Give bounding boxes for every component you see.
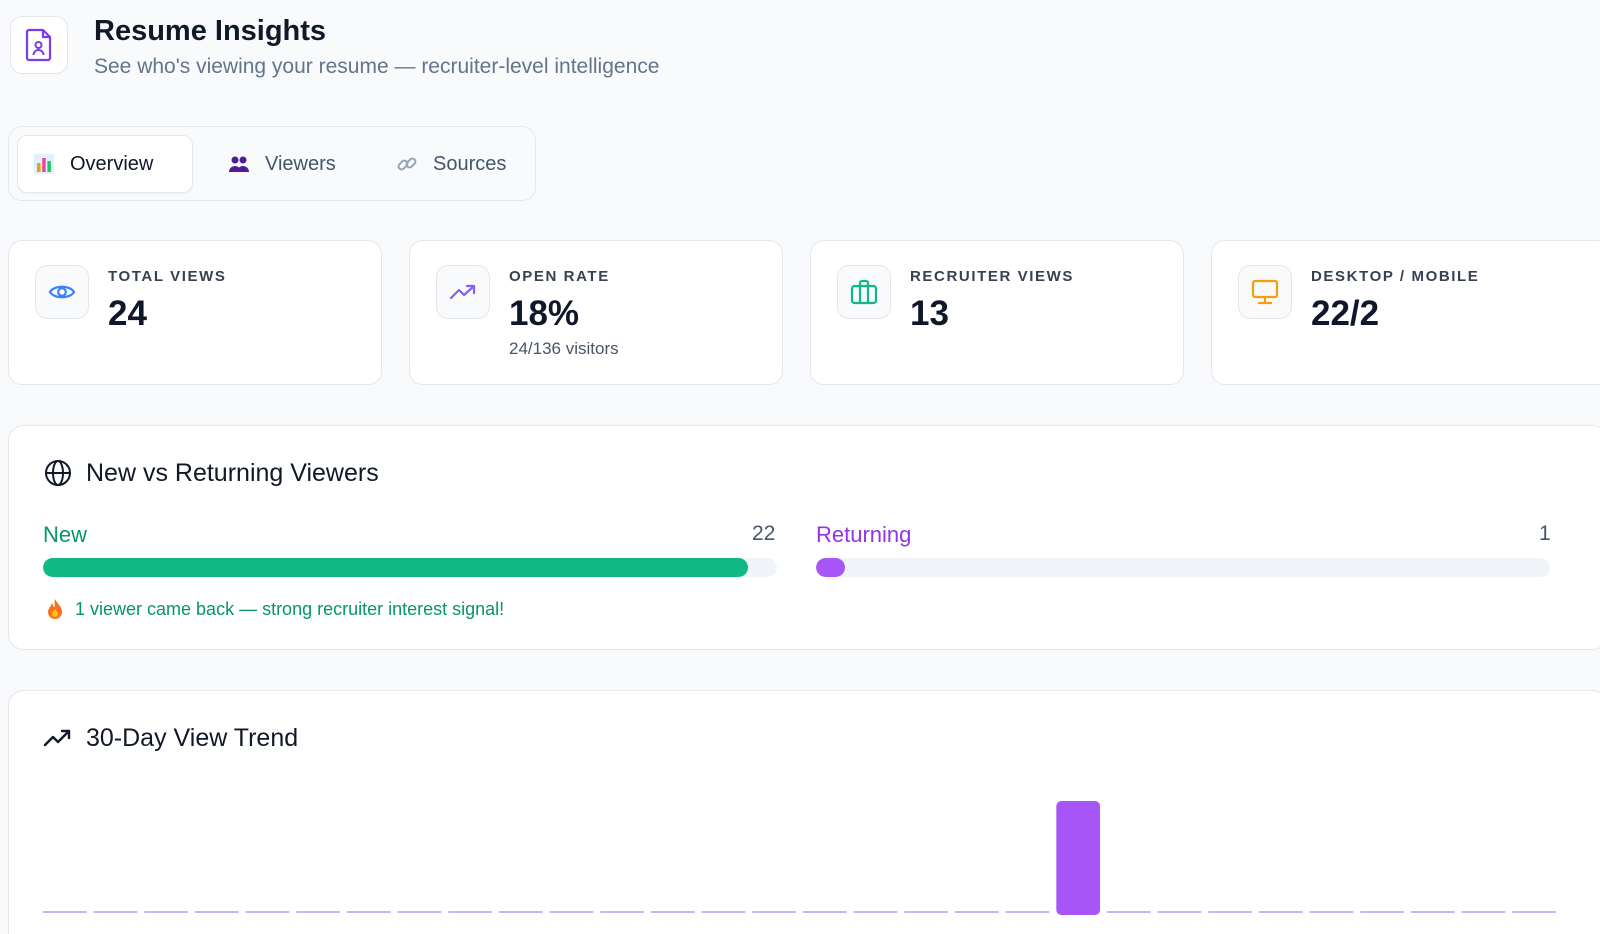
tab-label: Viewers [265,152,336,175]
returning-count: 1 [1539,522,1551,545]
tab-label: Sources [433,152,507,175]
trend-bar [853,911,898,913]
stat-label: RECRUITER VIEWS [910,268,1075,285]
tab-bar: Overview Viewers Sources [8,126,536,201]
new-count: 22 [752,522,776,545]
flame-icon [48,599,62,619]
stat-card-desktop-mobile: DESKTOP / MOBILE 22/2 [1211,240,1600,385]
trend-bar [1107,911,1151,913]
trending-up-icon [43,723,73,753]
new-label: New [43,522,88,547]
trend-bar [397,911,442,913]
trend-bar [1259,911,1303,913]
trend-bar [499,911,543,913]
trend-bar [1512,911,1556,913]
stat-subtext: 24/136 visitors [509,339,619,358]
panel-title: New vs Returning Viewers [43,458,379,488]
stat-card-recruiter-views: RECRUITER VIEWS 13 [810,240,1184,385]
panel-title-text: 30-Day View Trend [86,723,299,752]
new-progress-track [43,558,777,577]
trend-bar [245,911,290,913]
view-trend-panel: 30-Day View Trend [8,690,1600,934]
trend-bar [955,911,999,913]
panel-title: 30-Day View Trend [43,723,298,753]
tab-label: Overview [70,152,154,175]
trend-bar [549,911,594,913]
trend-bar [1056,801,1100,915]
stat-label: OPEN RATE [509,268,610,285]
new-progress-fill [43,558,748,577]
trend-bar [701,911,746,913]
trend-bar [600,911,644,913]
returning-progress-fill [816,558,846,577]
view-trend-svg [43,801,1556,915]
trend-bar [43,911,87,913]
stat-value: 13 [910,294,949,333]
trend-bar [347,911,391,913]
trend-bar [195,911,239,913]
page-title: Resume Insights [94,15,327,47]
stat-value: 18% [509,294,580,333]
page-header: Resume Insights See who's viewing your r… [10,15,660,80]
trend-bar [93,911,138,913]
stat-card-open-rate: OPEN RATE 18% 24/136 visitors [409,240,783,385]
globe-icon [43,458,73,488]
stat-value: 22/2 [1311,294,1380,333]
trend-bar [651,911,695,913]
stat-card-total-views: TOTAL VIEWS 24 [8,240,382,385]
view-trend-chart [41,791,1561,916]
trend-bar [1360,911,1404,913]
trend-bar [144,911,188,913]
trend-bar [752,911,796,913]
new-vs-returning-panel: New vs Returning Viewers New 22 Returnin… [8,425,1600,650]
stat-label: DESKTOP / MOBILE [1311,268,1480,285]
bar-chart-icon [32,152,56,176]
eye-icon [35,265,89,319]
trend-bar [296,911,340,913]
resume-file-icon [10,16,68,74]
stat-value: 24 [108,294,147,333]
trend-bar [1461,911,1506,913]
trend-bar [1411,911,1455,913]
stat-label: TOTAL VIEWS [108,268,227,285]
link-icon [395,152,419,176]
trend-bar [1157,911,1202,913]
returning-signal: 1 viewer came back — strong recruiter in… [45,598,504,620]
people-icon [227,152,251,176]
returning-label: Returning [816,522,912,547]
monitor-icon [1238,265,1292,319]
returning-progress-track [816,558,1550,577]
tab-sources[interactable]: Sources [381,135,520,193]
tab-overview[interactable]: Overview [17,135,193,193]
trend-bar [1309,911,1354,913]
trending-up-icon [436,265,490,319]
briefcase-icon [837,265,891,319]
signal-text: 1 viewer came back — strong recruiter in… [75,598,505,619]
tab-viewers[interactable]: Viewers [213,135,350,193]
trend-bar [904,911,948,913]
trend-bar [1208,911,1252,913]
trend-bar [803,911,847,913]
page-subtitle: See who's viewing your resume — recruite… [94,55,660,78]
trend-bar [448,911,492,913]
panel-title-text: New vs Returning Viewers [86,458,379,487]
trend-bar [1005,911,1050,913]
